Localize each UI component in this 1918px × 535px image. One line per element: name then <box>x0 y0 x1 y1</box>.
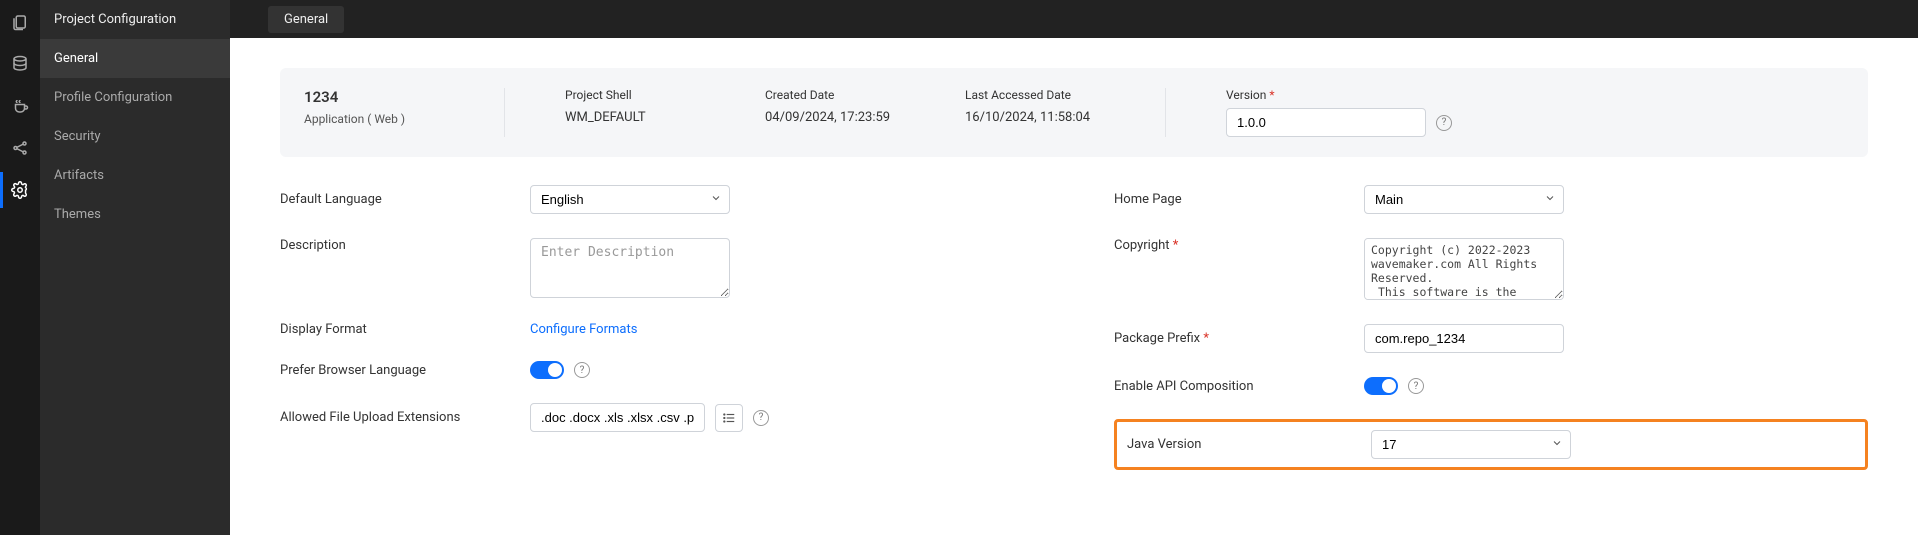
project-shell-value: WM_DEFAULT <box>565 110 705 125</box>
created-date-block: Created Date 04/09/2024, 17:23:59 <box>765 88 905 125</box>
form-grid: Default Language English Description <box>280 185 1868 470</box>
tab-label: General <box>284 12 328 27</box>
row-java-version-highlight: Java Version 17 <box>1114 419 1868 470</box>
project-type: Application ( Web ) <box>304 112 444 126</box>
sidebar-item-label: General <box>54 51 98 66</box>
main-area: General 1234 Application ( Web ) Project… <box>230 0 1918 535</box>
package-prefix-input[interactable] <box>1364 324 1564 353</box>
project-name: 1234 <box>304 88 444 106</box>
sidebar-item-label: Profile Configuration <box>54 90 172 105</box>
sidebar-item-artifacts[interactable]: Artifacts <box>40 156 230 195</box>
sidebar: Project Configuration General Profile Co… <box>40 0 230 535</box>
display-format-label: Display Format <box>280 322 530 337</box>
allowed-ext-label: Allowed File Upload Extensions <box>280 410 530 425</box>
last-accessed-label: Last Accessed Date <box>965 88 1105 102</box>
help-icon[interactable]: ? <box>1408 378 1424 394</box>
gear-icon[interactable] <box>8 178 32 202</box>
topbar: General <box>230 0 1918 38</box>
database-icon[interactable] <box>8 52 32 76</box>
home-page-select[interactable]: Main <box>1364 185 1564 214</box>
list-icon-button[interactable] <box>715 404 743 432</box>
sidebar-item-label: Artifacts <box>54 168 104 183</box>
content-area: 1234 Application ( Web ) Project Shell W… <box>230 38 1918 535</box>
row-allowed-ext: Allowed File Upload Extensions ? <box>280 403 1034 432</box>
row-copyright: Copyright <box>1114 238 1868 300</box>
copyright-label: Copyright <box>1114 238 1364 253</box>
java-version-select[interactable]: 17 <box>1371 430 1571 459</box>
share-icon[interactable] <box>8 136 32 160</box>
project-shell-label: Project Shell <box>565 88 705 102</box>
package-prefix-label: Package Prefix <box>1114 331 1364 346</box>
row-home-page: Home Page Main <box>1114 185 1868 214</box>
created-date-label: Created Date <box>765 88 905 102</box>
prefer-browser-label: Prefer Browser Language <box>280 363 530 378</box>
sidebar-item-profile-configuration[interactable]: Profile Configuration <box>40 78 230 117</box>
allowed-ext-input[interactable] <box>530 403 705 432</box>
tab-general[interactable]: General <box>268 6 344 33</box>
configure-formats-link[interactable]: Configure Formats <box>530 322 1034 337</box>
description-label: Description <box>280 238 530 253</box>
help-icon[interactable]: ? <box>753 410 769 426</box>
java-version-label: Java Version <box>1127 437 1371 452</box>
copyright-textarea[interactable] <box>1364 238 1564 300</box>
sidebar-item-security[interactable]: Security <box>40 117 230 156</box>
description-textarea[interactable] <box>530 238 730 298</box>
divider <box>504 88 505 137</box>
enable-api-toggle[interactable] <box>1364 377 1398 395</box>
sidebar-item-label: Security <box>54 129 101 144</box>
enable-api-label: Enable API Composition <box>1114 379 1364 394</box>
help-icon[interactable]: ? <box>1436 115 1452 131</box>
row-package-prefix: Package Prefix <box>1114 324 1868 353</box>
divider <box>1165 88 1166 137</box>
coffee-icon[interactable] <box>8 94 32 118</box>
created-date-value: 04/09/2024, 17:23:59 <box>765 110 905 125</box>
project-name-block: 1234 Application ( Web ) <box>304 88 444 126</box>
project-shell-block: Project Shell WM_DEFAULT <box>565 88 705 125</box>
default-language-select[interactable]: English <box>530 185 730 214</box>
version-block: Version ? <box>1226 88 1452 137</box>
sidebar-item-themes[interactable]: Themes <box>40 195 230 234</box>
prefer-browser-toggle[interactable] <box>530 361 564 379</box>
row-prefer-browser: Prefer Browser Language ? <box>280 361 1034 379</box>
version-label: Version <box>1226 88 1452 102</box>
default-language-label: Default Language <box>280 192 530 207</box>
row-default-language: Default Language English <box>280 185 1034 214</box>
form-col-left: Default Language English Description <box>280 185 1034 470</box>
home-page-label: Home Page <box>1114 192 1364 207</box>
sidebar-title: Project Configuration <box>40 0 230 39</box>
icon-rail <box>0 0 40 535</box>
copy-icon[interactable] <box>8 10 32 34</box>
project-info-card: 1234 Application ( Web ) Project Shell W… <box>280 68 1868 157</box>
last-accessed-block: Last Accessed Date 16/10/2024, 11:58:04 <box>965 88 1105 125</box>
row-enable-api: Enable API Composition ? <box>1114 377 1868 395</box>
last-accessed-value: 16/10/2024, 11:58:04 <box>965 110 1105 125</box>
help-icon[interactable]: ? <box>574 362 590 378</box>
form-col-right: Home Page Main Copyright <box>1114 185 1868 470</box>
sidebar-item-label: Themes <box>54 207 101 222</box>
sidebar-item-general[interactable]: General <box>40 39 230 78</box>
row-description: Description <box>280 238 1034 298</box>
row-display-format: Display Format Configure Formats <box>280 322 1034 337</box>
version-input[interactable] <box>1226 108 1426 137</box>
